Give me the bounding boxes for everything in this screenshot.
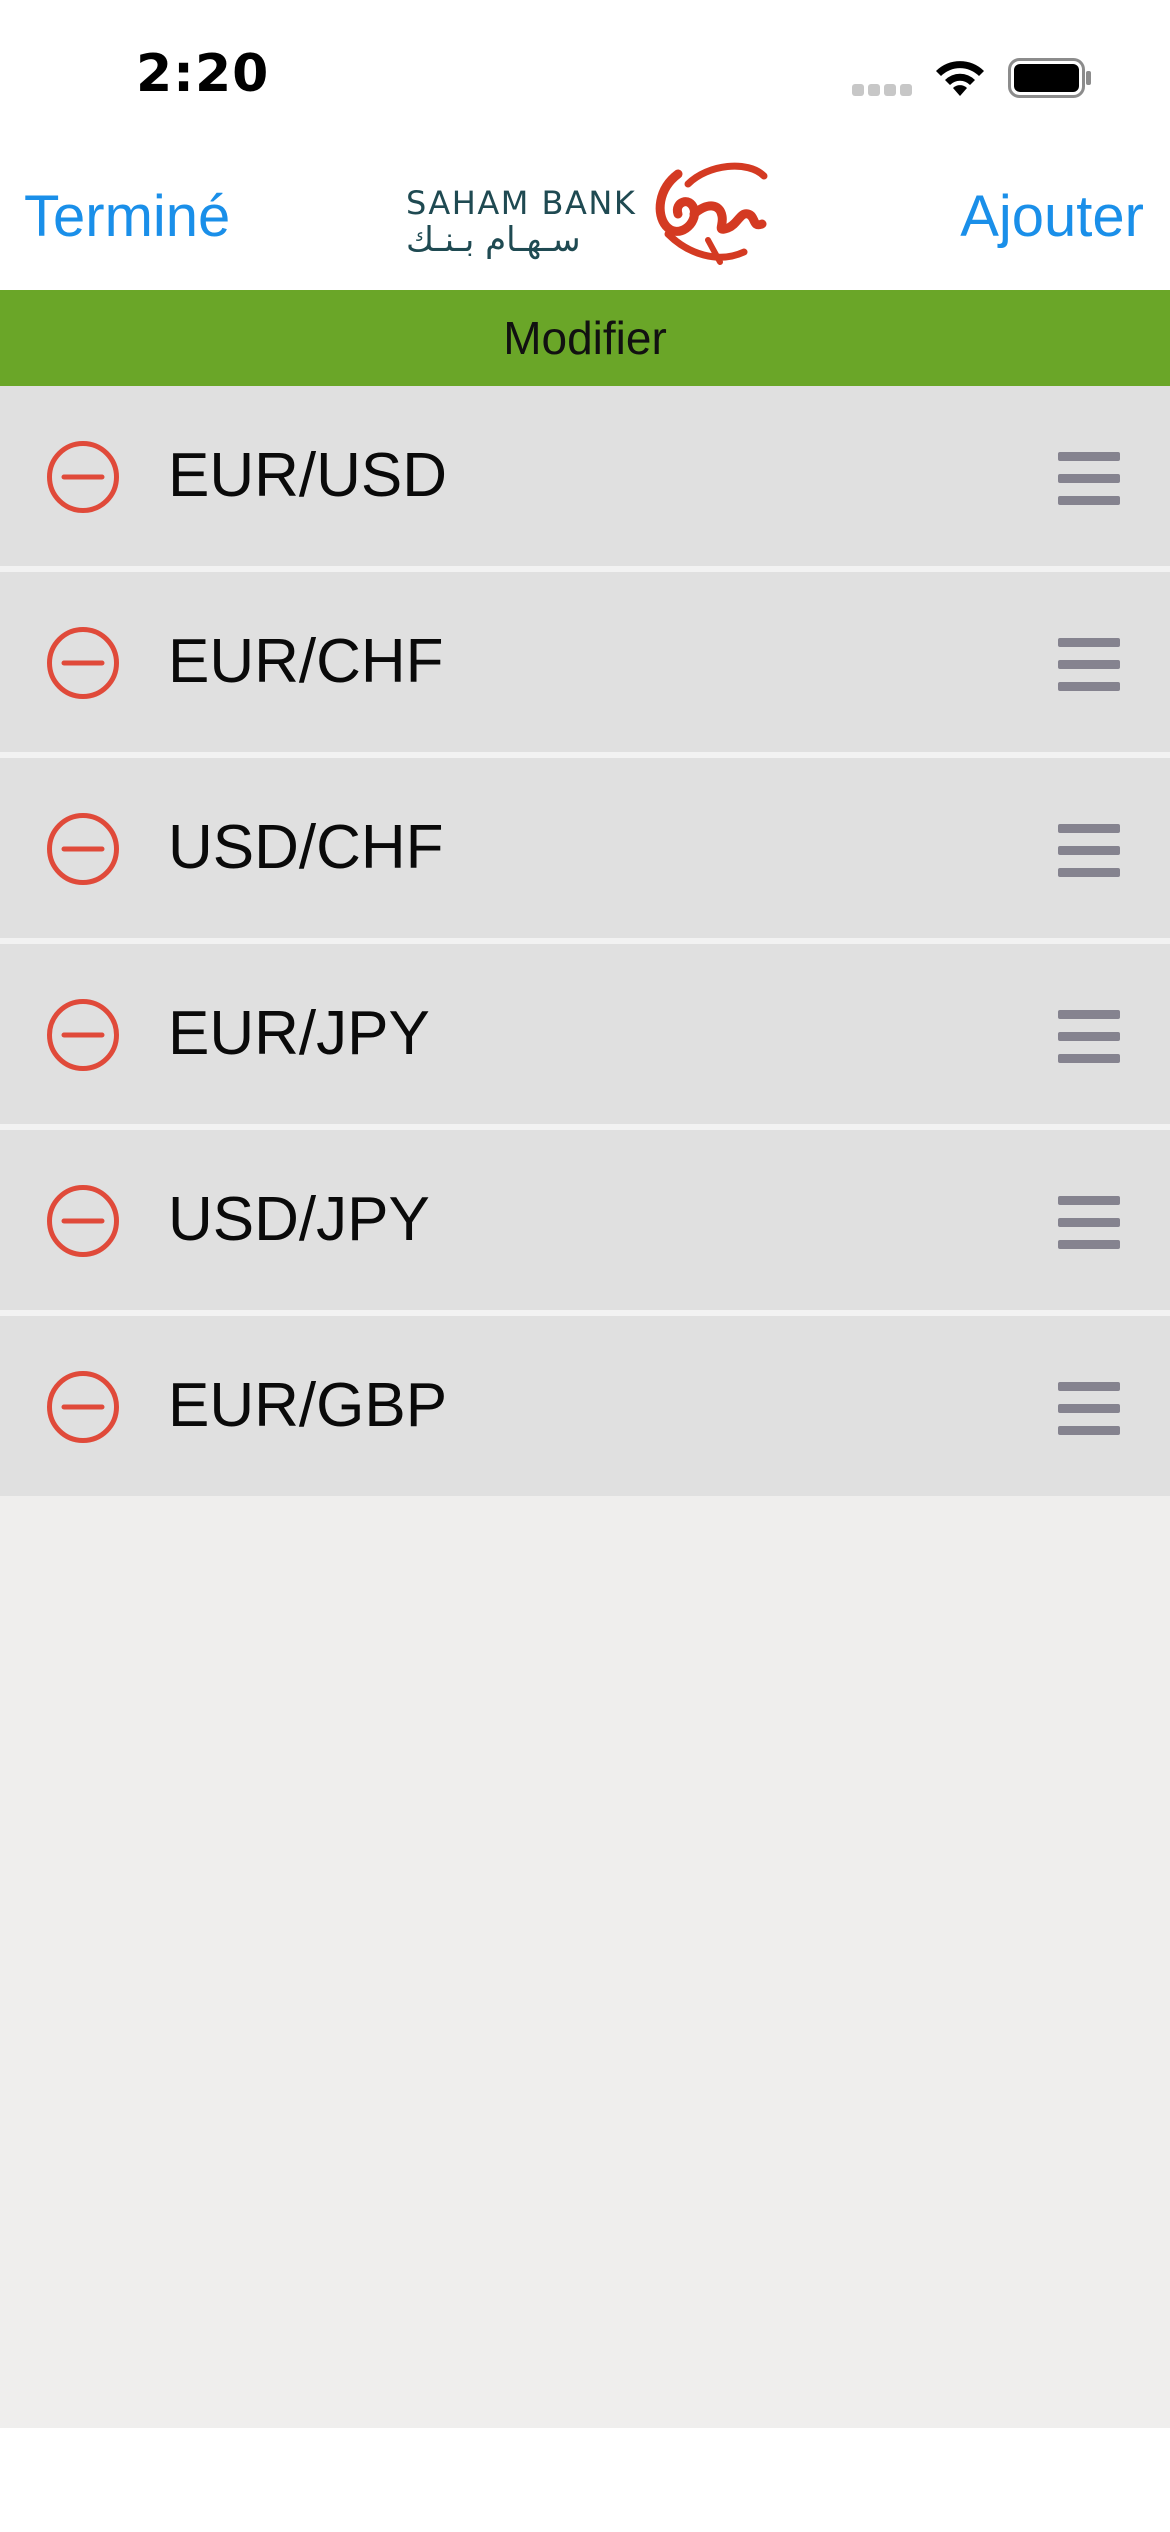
currency-pair-label: EUR/GBP [168,1371,448,1440]
delete-circle-icon[interactable] [46,998,120,1072]
reorder-handle-icon[interactable] [1058,824,1120,878]
saham-bank-logo: SAHAM BANK سـهـام بـنـك [402,154,770,272]
currency-pair-label: USD/JPY [168,1185,430,1254]
wifi-icon [936,61,984,96]
home-indicator-area [0,2428,1170,2532]
list-item[interactable]: EUR/JPY [0,944,1170,1124]
delete-circle-icon[interactable] [46,440,120,514]
logo-mark-icon [655,162,768,265]
status-bar: 2:20 [0,0,1170,140]
currency-pair-label: USD/CHF [168,813,444,882]
logo-name-ar: سـهـام بـنـك [406,220,581,260]
reorder-handle-icon[interactable] [1058,638,1120,692]
list-item[interactable]: USD/JPY [0,1130,1170,1310]
battery-icon [1008,58,1091,98]
currency-pair-list: EUR/USD EUR/CHF USD/CHF EUR/JPY USD/JPY … [0,386,1170,2428]
reorder-handle-icon[interactable] [1058,452,1120,506]
currency-pair-label: EUR/USD [168,441,448,510]
list-item[interactable]: EUR/CHF [0,572,1170,752]
reorder-handle-icon[interactable] [1058,1196,1120,1250]
reorder-handle-icon[interactable] [1058,1382,1120,1436]
status-time: 2:20 [136,44,270,104]
list-item[interactable]: EUR/USD [0,386,1170,566]
currency-pair-label: EUR/CHF [168,627,444,696]
currency-pair-label: EUR/JPY [168,999,430,1068]
section-header: Modifier [0,290,1170,386]
add-button[interactable]: Ajouter [960,182,1144,252]
section-title: Modifier [503,312,667,364]
delete-circle-icon[interactable] [46,626,120,700]
navigation-bar: Terminé SAHAM BANK سـهـام بـنـك Ajouter [0,140,1170,290]
delete-circle-icon[interactable] [46,1184,120,1258]
delete-circle-icon[interactable] [46,1370,120,1444]
list-item[interactable]: USD/CHF [0,758,1170,938]
list-item[interactable]: EUR/GBP [0,1316,1170,1496]
done-button[interactable]: Terminé [24,182,230,252]
cellular-signal-icon [852,84,912,96]
reorder-handle-icon[interactable] [1058,1010,1120,1064]
delete-circle-icon[interactable] [46,812,120,886]
logo-name-en: SAHAM BANK [406,184,637,222]
